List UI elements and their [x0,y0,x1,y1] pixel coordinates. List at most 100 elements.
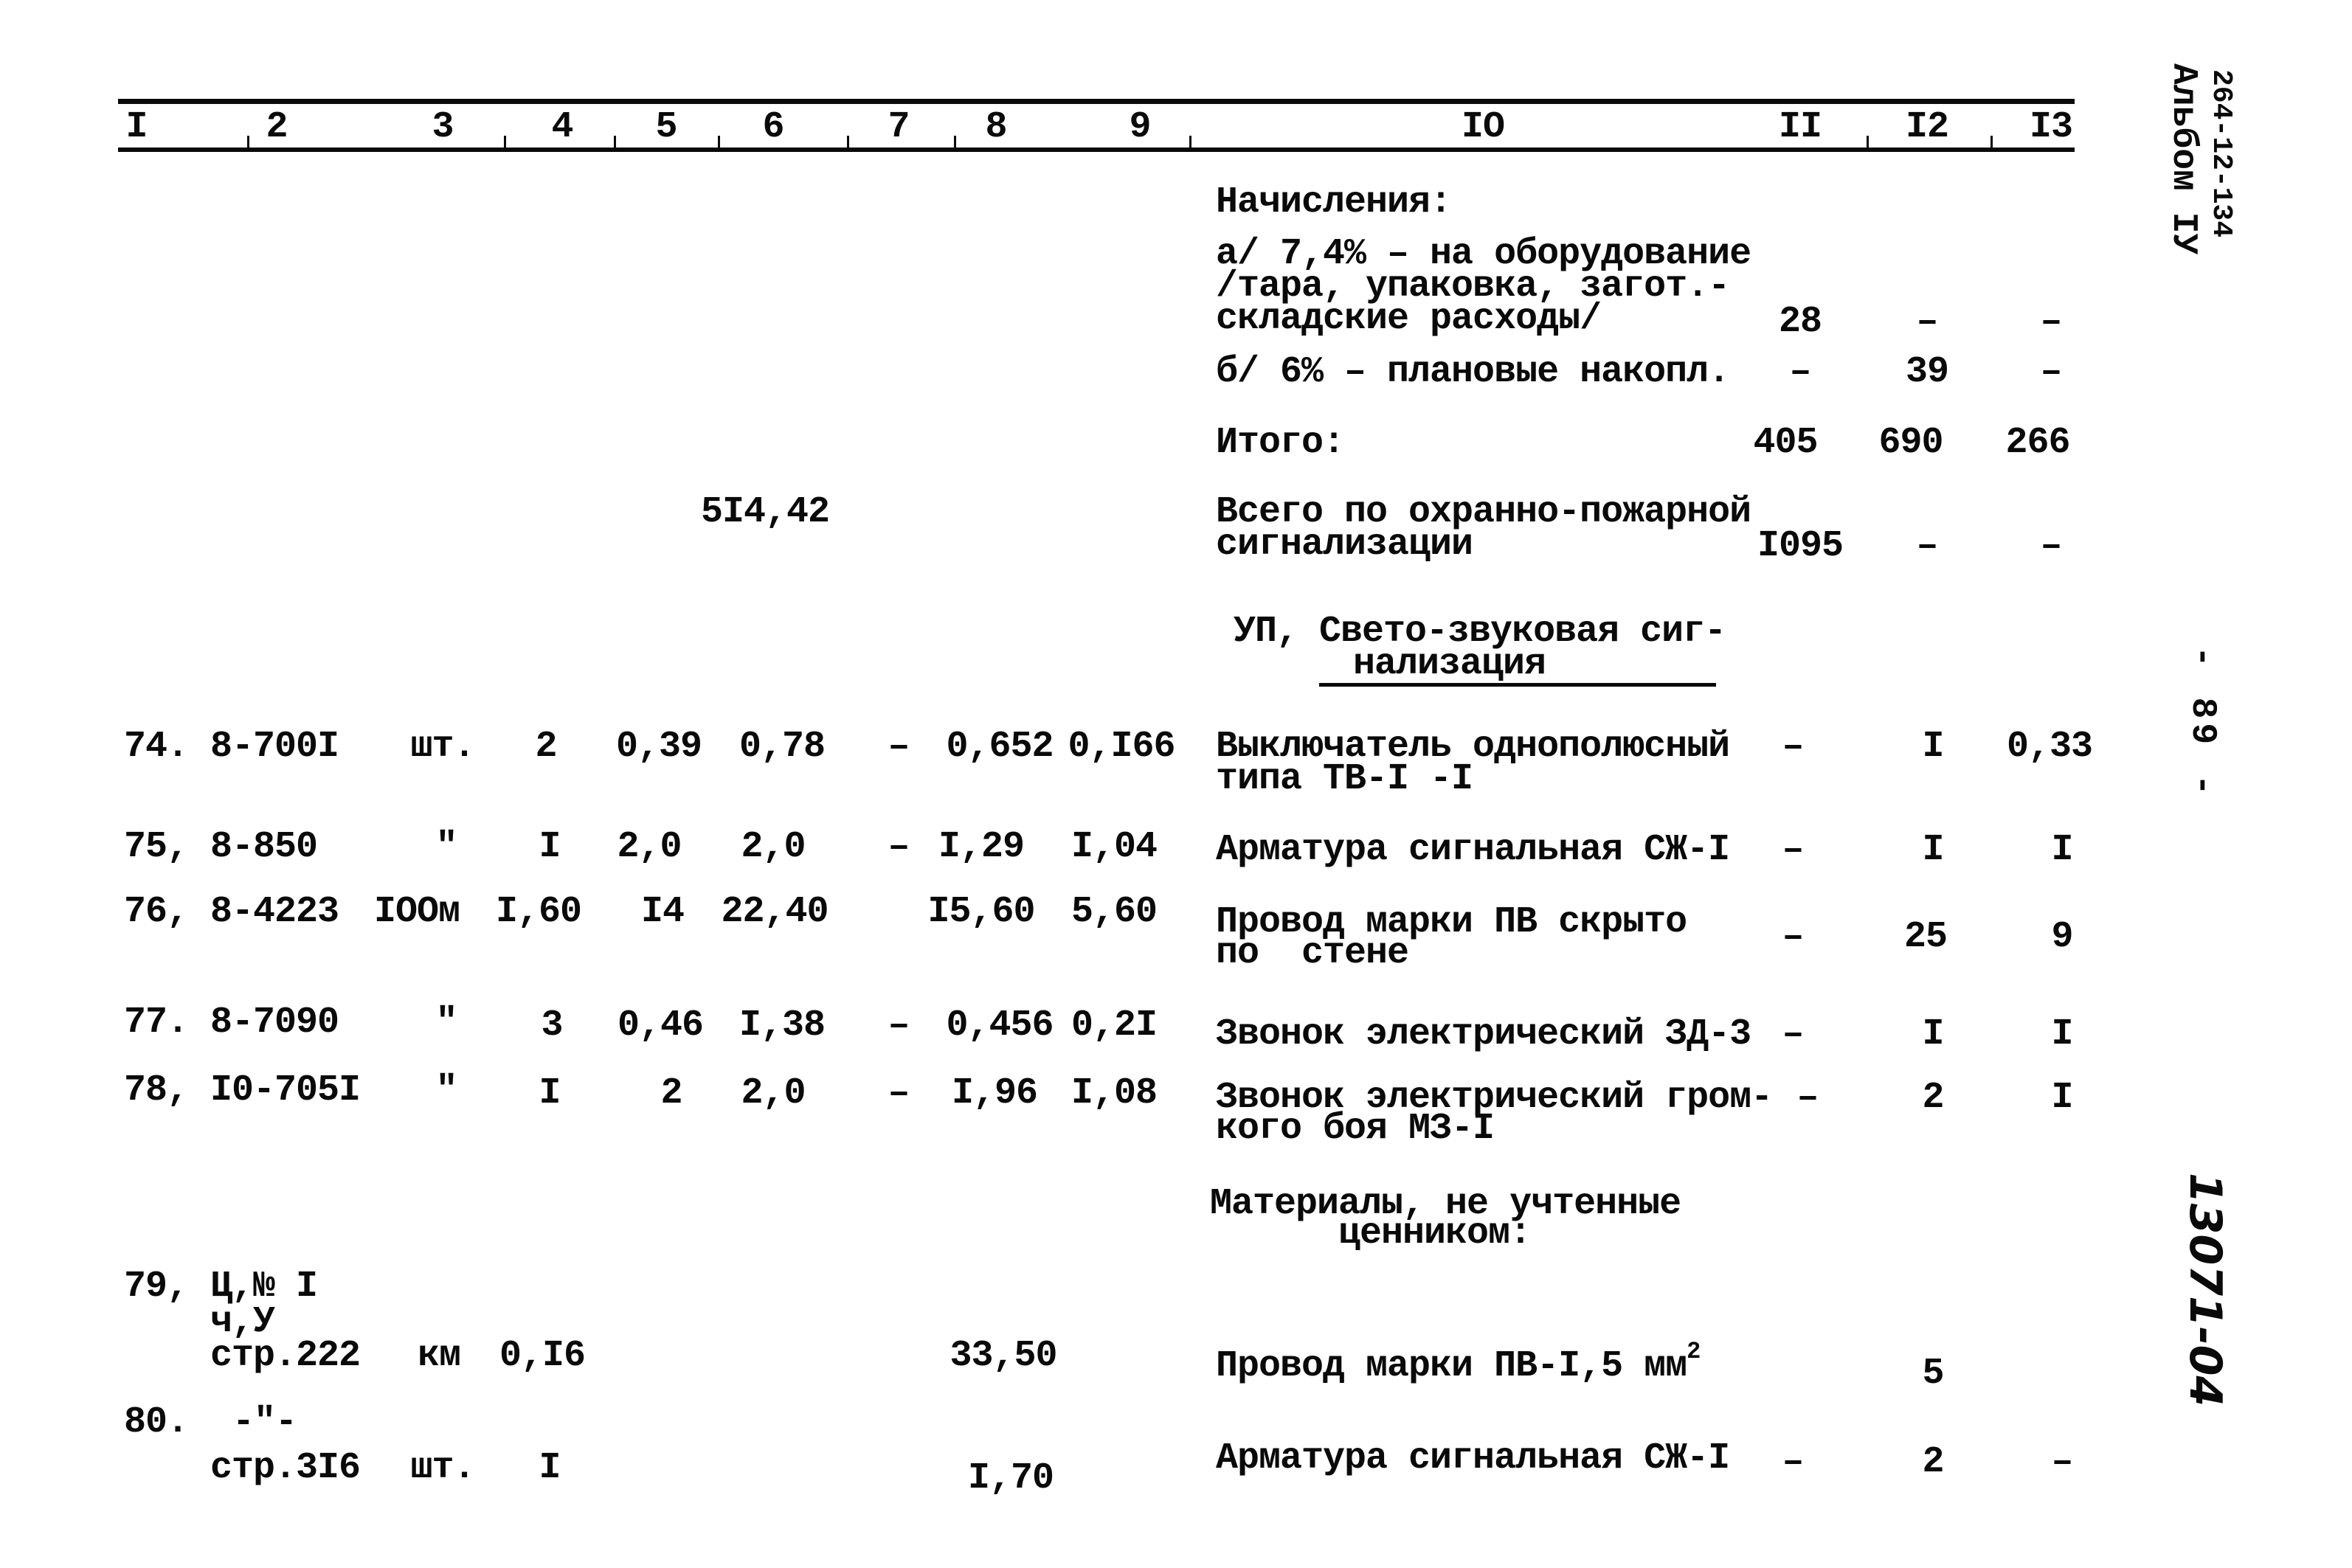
row-col12: I [1922,829,1944,871]
row-col11: – [1796,1077,1819,1119]
row-col9: I,08 [1070,1072,1158,1114]
header-divider [504,136,506,149]
row-col12: 5 [1922,1353,1944,1395]
total-label: Итого: [1216,422,1345,464]
grand-total-col11: I095 [1757,525,1844,567]
page-number: - 89 - [2182,646,2222,800]
row-col12: I [1922,726,1944,768]
row-description: Звонок электрический ЗД-3 [1216,1013,1751,1055]
section-heading-line: нализация [1353,643,1546,685]
row-col13: – [2051,1441,2073,1483]
row-col8: 0,652 [946,726,1054,768]
row-col6: 22,40 [721,891,829,933]
col-header: IO [1461,106,1505,148]
row-number: 74. [124,726,189,768]
row-col9: 0,I66 [1068,726,1175,768]
row-code: Ц,№ I [210,1266,318,1308]
col-header: 9 [1129,106,1151,148]
col-header: 8 [985,106,1007,148]
charge-b-col11: – [1789,351,1811,393]
row-qty: 0,I6 [499,1335,586,1377]
row-col9: 0,2I [1070,1005,1158,1047]
handwritten-id: 13071-04 [2179,1173,2231,1407]
header-divider [1867,136,1869,149]
col-header: 4 [551,106,573,148]
row-qty: I [539,1072,561,1114]
row-code: стр.3I6 [210,1447,361,1489]
row-unit: IOOм [373,891,460,933]
row-col13: 9 [2051,916,2073,958]
row-col6: 2,0 [741,1072,806,1114]
charge-a-col11: 28 [1778,301,1822,343]
charge-a-line: складские расходы/ [1216,298,1602,340]
row-col8: I,29 [938,826,1025,868]
row-unit: " [435,826,457,868]
col-header: 5 [655,106,677,148]
header-divider [718,136,720,149]
row-col6: I,38 [739,1005,826,1047]
row-col12: 2 [1922,1441,1944,1483]
row-col12: I [1922,1013,1944,1055]
total-col13: 266 [2005,422,2070,464]
materials-heading-line: ценником: [1338,1213,1532,1255]
superscript: 2 [1687,1338,1701,1366]
charge-a-col12: – [1916,301,1938,343]
charges-title: Начисления: [1216,181,1452,223]
row-code: 8-7090 [210,1002,339,1044]
row-col8: I5,60 [927,891,1035,933]
row-number: 76, [124,891,189,933]
col-header: 3 [432,106,454,148]
row-qty: I,60 [495,891,582,933]
row-col12: 25 [1903,916,1948,958]
header-top-rule [118,99,2075,104]
grand-total-col13: – [2040,525,2062,567]
col-header: I3 [2029,106,2073,148]
col-header: 7 [888,106,910,148]
col-header: I [125,106,148,148]
row-col7: – [888,1072,910,1114]
row-col6: 2,0 [741,826,806,868]
row-qty: 3 [541,1005,563,1047]
charge-b-col13: – [2040,351,2062,393]
row-description: Арматура сигнальная СЖ-I [1216,1437,1730,1479]
row-code: 8-4223 [210,891,339,933]
row-code: 8-850 [210,826,318,868]
col-header: 2 [266,106,288,148]
row-col11: – [1782,1441,1804,1483]
row-col11: – [1782,829,1804,871]
col-header: II [1778,106,1822,148]
row-col11: – [1782,726,1804,768]
row-col5: 2 [660,1072,682,1114]
row-description: кого боя МЗ-I [1216,1108,1495,1150]
row-unit: шт. [410,1447,475,1489]
row-code: -"- [232,1401,297,1443]
section-underline [1319,683,1716,687]
row-col9: I,04 [1070,826,1158,868]
row-unit: " [435,1002,457,1044]
row-unit: шт. [410,726,475,768]
row-unit: " [435,1069,457,1111]
row-number: 77. [124,1002,189,1044]
row-col5: I4 [640,891,685,933]
row-col5: 0,46 [617,1005,704,1047]
row-description: типа ТВ-I -I [1216,758,1473,800]
grand-total-label: сигнализации [1216,524,1473,566]
header-divider [1990,136,1993,149]
row-col12: 2 [1922,1077,1944,1119]
row-description: Арматура сигнальная СЖ-I [1216,829,1730,871]
row-col13: 0,33 [2006,726,2093,768]
header-divider [614,136,616,149]
header-divider [1189,136,1191,149]
row-col8: 0,456 [946,1005,1054,1047]
row-col7: – [888,726,910,768]
total-col12: 690 [1878,422,1943,464]
row-col8: 33,50 [950,1335,1057,1377]
total-col11: 405 [1753,422,1818,464]
row-qty: I [539,826,561,868]
row-code: стр.222 [210,1335,361,1377]
row-col11: – [1782,916,1804,958]
row-col7: – [888,826,910,868]
grand-total-col12: – [1916,525,1938,567]
row-number: 78, [124,1069,189,1111]
col-header: 6 [762,106,784,148]
